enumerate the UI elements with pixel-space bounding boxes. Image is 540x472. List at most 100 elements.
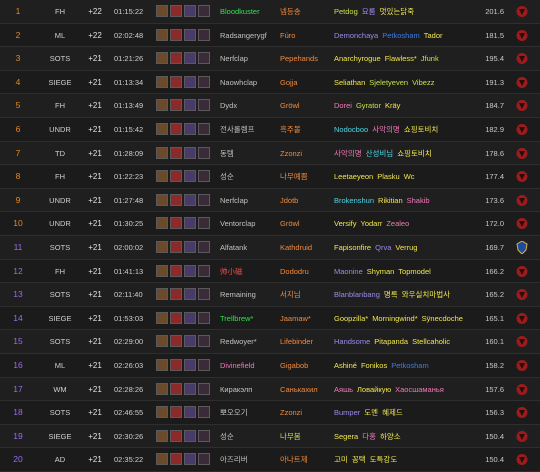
bursting-icon[interactable] bbox=[170, 264, 182, 277]
player-name[interactable]: 흑주볼 bbox=[280, 118, 332, 141]
fortified-icon[interactable] bbox=[156, 193, 168, 206]
fortified-icon[interactable] bbox=[156, 75, 168, 88]
infested-icon[interactable] bbox=[198, 382, 210, 395]
infested-icon[interactable] bbox=[198, 264, 210, 277]
fortified-icon[interactable] bbox=[156, 453, 168, 466]
player-name[interactable]: Wc bbox=[404, 172, 415, 181]
player-name[interactable]: Vibezz bbox=[412, 78, 434, 87]
player-name[interactable]: 명록 bbox=[384, 290, 398, 299]
player-name[interactable]: Verrug bbox=[395, 243, 417, 252]
player-name[interactable]: Seliathan bbox=[334, 78, 365, 87]
bursting-icon[interactable] bbox=[170, 99, 182, 112]
infested-icon[interactable] bbox=[198, 5, 210, 17]
player-name[interactable]: 고미 bbox=[334, 455, 348, 464]
skittish-icon[interactable] bbox=[184, 75, 196, 88]
player-name[interactable]: Zzonzi bbox=[280, 401, 332, 424]
fortified-icon[interactable] bbox=[156, 217, 168, 230]
player-name[interactable]: 나무봄 bbox=[280, 425, 332, 448]
table-row[interactable]: 16 ML +21 02:26:03 Divinefield Gigabob Ashiné F… bbox=[0, 353, 540, 378]
infested-icon[interactable] bbox=[198, 406, 210, 419]
skittish-icon[interactable] bbox=[184, 264, 196, 277]
player-name[interactable]: Kräy bbox=[385, 101, 400, 110]
player-name[interactable]: Redwoyer* bbox=[220, 330, 282, 353]
bursting-icon[interactable] bbox=[170, 288, 182, 301]
player-name[interactable]: 산성비님 bbox=[366, 149, 394, 158]
player-name[interactable]: Nerfclap bbox=[220, 189, 282, 212]
table-row[interactable]: 13 SOTS +21 02:11:40 Remaining 서지님 Blanblanban… bbox=[0, 283, 540, 307]
infested-icon[interactable] bbox=[198, 288, 210, 301]
player-name[interactable]: Stellcaholic bbox=[412, 337, 450, 346]
infested-icon[interactable] bbox=[198, 52, 210, 65]
player-name[interactable]: 전사롤렘프 bbox=[220, 118, 282, 141]
fortified-icon[interactable] bbox=[156, 264, 168, 277]
player-name[interactable]: Gyrator bbox=[356, 101, 381, 110]
infested-icon[interactable] bbox=[198, 335, 210, 348]
player-name[interactable]: Dorei bbox=[334, 101, 352, 110]
player-name[interactable]: Jaamaw* bbox=[280, 307, 332, 330]
skittish-icon[interactable] bbox=[184, 429, 196, 442]
table-row[interactable]: 12 FH +21 01:41:13 帅小磁 Dododru Maonine Shyman To… bbox=[0, 259, 540, 284]
player-name[interactable]: Zealeo bbox=[386, 219, 409, 228]
player-name[interactable]: 도멘 bbox=[364, 408, 378, 417]
player-name[interactable]: Ловайкую bbox=[357, 385, 391, 394]
bursting-icon[interactable] bbox=[170, 122, 182, 135]
player-name[interactable]: 꽁택 bbox=[352, 455, 366, 464]
player-name[interactable]: Pepehands bbox=[280, 47, 332, 70]
infested-icon[interactable] bbox=[198, 170, 210, 183]
table-row[interactable]: 6 UNDR +21 01:15:42 전사롤렘프 흑주볼 Nodocboo 사악의명 쇼핑토비… bbox=[0, 117, 540, 142]
player-name[interactable]: 넴등송 bbox=[280, 0, 332, 23]
player-name[interactable]: Petkosham bbox=[382, 31, 420, 40]
player-name[interactable]: 도특강도 bbox=[370, 455, 398, 464]
skittish-icon[interactable] bbox=[184, 217, 196, 230]
table-row[interactable]: 7 TD +21 01:28:09 동템 Zzonzi 사악의명 산성비님 쇼핑토비치 178.6 bbox=[0, 141, 540, 166]
fortified-icon[interactable] bbox=[156, 429, 168, 442]
table-row[interactable]: 11 SOTS +21 02:00:02 Alfatank Kathdruid Fapiso… bbox=[0, 235, 540, 260]
player-name[interactable]: Nerfclap bbox=[220, 47, 282, 70]
skittish-icon[interactable] bbox=[184, 406, 196, 419]
infested-icon[interactable] bbox=[198, 240, 210, 253]
player-name[interactable]: Kathdruid bbox=[280, 236, 332, 259]
infested-icon[interactable] bbox=[198, 193, 210, 206]
player-name[interactable]: Handsome bbox=[334, 337, 370, 346]
player-name[interactable]: 帅小磁 bbox=[220, 260, 282, 283]
infested-icon[interactable] bbox=[198, 99, 210, 112]
skittish-icon[interactable] bbox=[184, 453, 196, 466]
skittish-icon[interactable] bbox=[184, 28, 196, 41]
player-name[interactable]: Dododru bbox=[280, 260, 332, 283]
fortified-icon[interactable] bbox=[156, 358, 168, 371]
bursting-icon[interactable] bbox=[170, 311, 182, 324]
table-row[interactable]: 10 UNDR +21 01:30:25 Ventorclap Gröwl Versify Y… bbox=[0, 212, 540, 236]
table-row[interactable]: 17 WM +21 02:28:26 Киракэлп Санькахил Аяшь Лова… bbox=[0, 377, 540, 402]
player-name[interactable]: Divinefield bbox=[220, 354, 282, 377]
player-name[interactable]: Goopzilla* bbox=[334, 314, 368, 323]
bursting-icon[interactable] bbox=[170, 75, 182, 88]
infested-icon[interactable] bbox=[198, 429, 210, 442]
bursting-icon[interactable] bbox=[170, 382, 182, 395]
player-name[interactable]: 나무예쁨 bbox=[280, 165, 332, 188]
player-name[interactable]: Qrva bbox=[375, 243, 391, 252]
fortified-icon[interactable] bbox=[156, 382, 168, 395]
bursting-icon[interactable] bbox=[170, 5, 182, 17]
table-row[interactable]: 9 UNDR +21 01:27:48 Nerfclap Jdotb Brokenshun R… bbox=[0, 188, 540, 213]
table-row[interactable]: 15 SOTS +21 02:29:00 Redwoyer* Lifebinder Hand… bbox=[0, 330, 540, 354]
player-name[interactable]: 묘룸 bbox=[362, 7, 376, 16]
table-row[interactable]: 14 SIEGE +21 01:53:03 Trellbrew* Jaamaw* Goopz… bbox=[0, 306, 540, 331]
player-name[interactable]: Anarchyrogue bbox=[334, 54, 381, 63]
player-name[interactable]: 아나트제 bbox=[280, 448, 332, 471]
skittish-icon[interactable] bbox=[184, 358, 196, 371]
fortified-icon[interactable] bbox=[156, 240, 168, 253]
skittish-icon[interactable] bbox=[184, 240, 196, 253]
skittish-icon[interactable] bbox=[184, 99, 196, 112]
player-name[interactable]: Shyman bbox=[367, 267, 395, 276]
player-name[interactable]: Zzonzi bbox=[280, 142, 332, 165]
player-name[interactable]: Tador bbox=[424, 31, 443, 40]
player-name[interactable]: Fapisonfire bbox=[334, 243, 371, 252]
player-name[interactable]: 성순 bbox=[220, 165, 282, 188]
player-name[interactable]: Rikitian bbox=[378, 196, 403, 205]
player-name[interactable]: Maonine bbox=[334, 267, 363, 276]
player-name[interactable]: Bloodkuster bbox=[220, 0, 282, 23]
fortified-icon[interactable] bbox=[156, 311, 168, 324]
fortified-icon[interactable] bbox=[156, 335, 168, 348]
bursting-icon[interactable] bbox=[170, 406, 182, 419]
table-row[interactable]: 5 FH +21 01:13:49 Dydx Gröwl Dorei Gyrator Kräy 1… bbox=[0, 94, 540, 118]
